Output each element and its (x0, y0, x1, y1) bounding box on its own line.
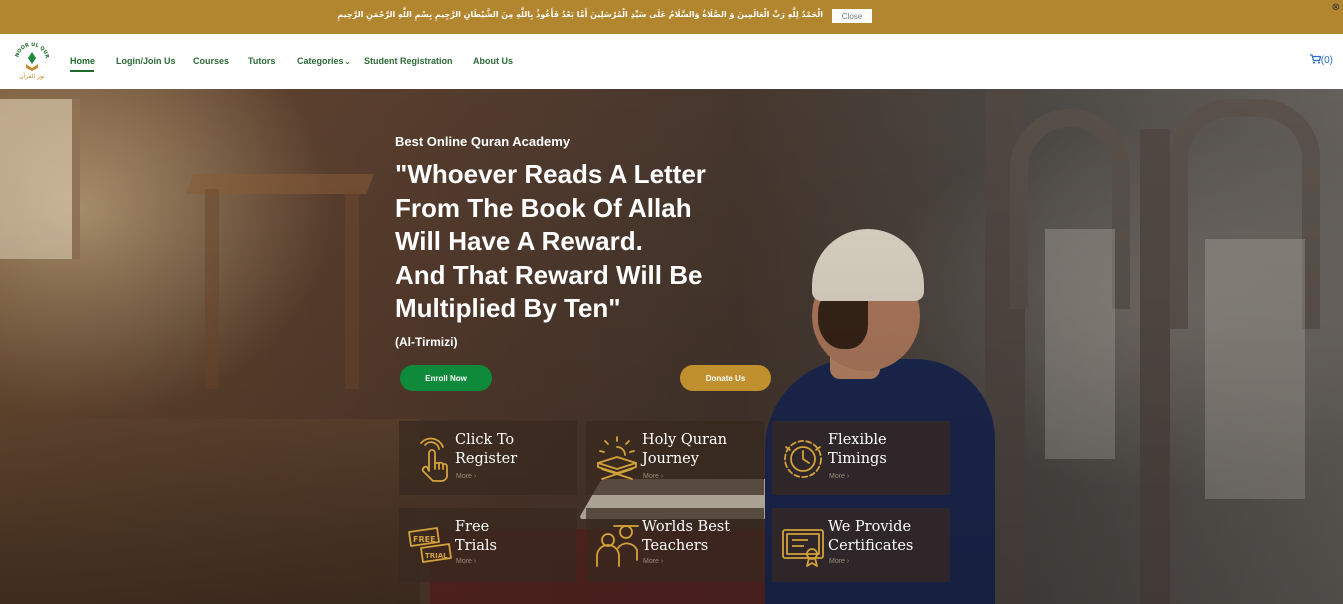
feature-title-line: Teachers (642, 538, 709, 554)
enroll-now-button[interactable]: Enroll Now (400, 365, 492, 391)
certificate-icon (782, 529, 824, 567)
hero-banner: Best Online Quran Academy "Whoever Reads… (0, 89, 1343, 604)
feature-card-flexible-timings[interactable]: Flexible Timings More › (772, 421, 950, 495)
headline-line: From The Book Of Allah (395, 192, 692, 223)
feature-more-link[interactable]: More › (829, 473, 849, 480)
hero-eyebrow: Best Online Quran Academy (395, 134, 571, 149)
quran-stand-icon (597, 436, 637, 480)
main-navigation: NOOR UL QURAN نور القرآن Home Login/Join… (0, 34, 1343, 89)
svg-text:TRIAL: TRIAL (425, 552, 448, 560)
svg-text:FREE: FREE (413, 535, 436, 544)
feature-more-link[interactable]: More › (829, 558, 849, 565)
feature-title-line: Holy Quran (642, 432, 727, 448)
headline-line: And That Reward Will Be (395, 259, 703, 290)
feature-title-line: Timings (828, 451, 887, 467)
announcement-bar: الْحَمْدُ لِلَّهِ رَبِّ الْعَالَمِينَ وَ… (0, 0, 1343, 34)
feature-card-quran-journey[interactable]: Holy Quran Journey More › (586, 421, 764, 495)
feature-title: Holy Quran Journey (642, 431, 762, 469)
feature-title-line: Journey (642, 451, 699, 467)
site-logo[interactable]: NOOR UL QURAN نور القرآن (14, 42, 50, 80)
headline-line: Multiplied By Ten" (395, 293, 621, 323)
announcement-close-button[interactable]: Close (832, 9, 872, 23)
headline-line: "Whoever Reads A Letter (395, 159, 706, 189)
cart-link[interactable]: (0) (1309, 54, 1333, 66)
feature-title: Free Trials (455, 518, 575, 556)
click-hand-icon (420, 437, 448, 482)
nav-courses[interactable]: Courses (193, 56, 229, 66)
svg-text:نور القرآن: نور القرآن (19, 71, 45, 80)
feature-more-link[interactable]: More › (643, 473, 663, 480)
active-nav-indicator (70, 70, 94, 72)
feature-card-best-teachers[interactable]: Worlds Best Teachers More › (586, 508, 764, 582)
dismiss-icon[interactable]: ⊗ (1332, 2, 1340, 13)
headline-line: Will Have A Reward. (395, 226, 643, 256)
feature-more-link[interactable]: More › (643, 558, 663, 565)
feature-more-link[interactable]: More › (456, 558, 476, 565)
chevron-down-icon: ⌄ (344, 59, 351, 66)
cart-count: (0) (1320, 55, 1333, 66)
feature-title-line: Certificates (828, 538, 914, 554)
feature-title-line: Trials (455, 538, 497, 554)
nav-login-join[interactable]: Login/Join Us (116, 56, 176, 66)
nav-tutors[interactable]: Tutors (248, 56, 275, 66)
hero-source: (Al-Tirmizi) (395, 335, 458, 349)
feature-title-line: Click To (455, 432, 515, 448)
feature-title: Click To Register (455, 431, 575, 469)
feature-more-link[interactable]: More › (456, 473, 476, 480)
feature-title-line: Register (455, 451, 518, 467)
free-trial-icon: FREE TRIAL (408, 527, 452, 563)
nav-about-us[interactable]: About Us (473, 56, 513, 66)
cart-icon (1309, 54, 1322, 64)
feature-title-line: Free (455, 519, 490, 535)
feature-title-line: Worlds Best (642, 519, 731, 535)
nav-categories[interactable]: Categories⌄ (297, 56, 350, 66)
feature-title: Worlds Best Teachers (642, 518, 762, 556)
feature-title-line: We Provide (828, 519, 912, 535)
nav-home[interactable]: Home (70, 56, 95, 66)
teachers-icon (596, 525, 639, 567)
hero-headline: "Whoever Reads A Letter From The Book Of… (395, 158, 755, 326)
clock-gear-icon (784, 440, 822, 478)
announcement-text: الْحَمْدُ لِلَّهِ رَبِّ الْعَالَمِينَ وَ… (337, 10, 823, 19)
feature-title-line: Flexible (828, 432, 887, 448)
feature-title: We Provide Certificates (828, 518, 948, 556)
feature-card-free-trials[interactable]: FREE TRIAL Free Trials More › (399, 508, 577, 582)
donate-button[interactable]: Donate Us (680, 365, 771, 391)
feature-card-certificates[interactable]: We Provide Certificates More › (772, 508, 950, 582)
feature-card-register[interactable]: Click To Register More › (399, 421, 577, 495)
feature-title: Flexible Timings (828, 431, 948, 469)
nav-categories-label: Categories (297, 56, 344, 66)
nav-student-registration[interactable]: Student Registration (364, 56, 453, 66)
